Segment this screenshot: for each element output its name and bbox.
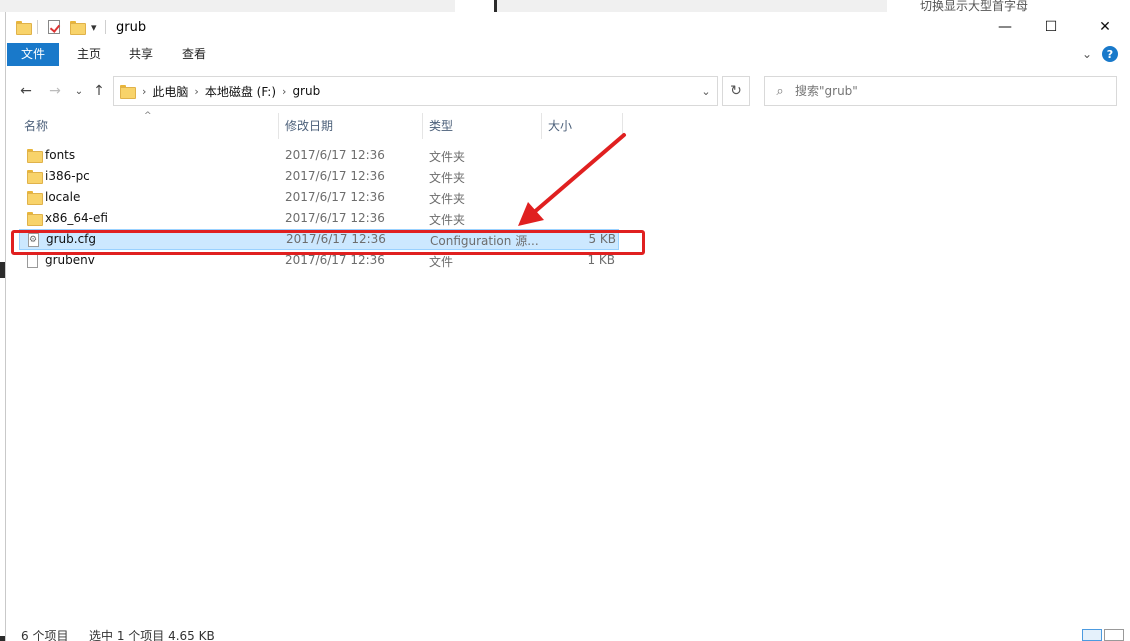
- file-date: 2017/6/17 12:36: [285, 169, 385, 183]
- file-type: 文件: [429, 255, 454, 269]
- file-name: fonts: [45, 148, 76, 162]
- column-header-row: 名称 修改日期 类型 大小: [6, 113, 626, 139]
- customize-toolbar-dropdown[interactable]: ▾: [91, 19, 97, 35]
- window-title: grub: [116, 20, 147, 35]
- tab-file[interactable]: 文件: [7, 43, 60, 66]
- breadcrumb-this-pc[interactable]: 此电脑: [146, 83, 194, 100]
- file-size: 1 KB: [587, 253, 615, 267]
- recent-locations-dropdown[interactable]: ⌄: [69, 80, 89, 102]
- file-name: grubenv: [45, 253, 95, 267]
- folder-icon: [120, 85, 136, 99]
- file-type: 文件夹: [429, 192, 466, 206]
- list-item-locale[interactable]: locale 2017/6/17 12:36 文件夹: [19, 187, 619, 208]
- list-item-i386-pc[interactable]: i386-pc 2017/6/17 12:36 文件夹: [19, 166, 619, 187]
- file-type: 文件夹: [429, 213, 466, 227]
- address-bar[interactable]: › 此电脑 › 本地磁盘 (F:) › grub ⌄: [113, 76, 718, 106]
- background-window-strip: [0, 0, 455, 12]
- column-divider[interactable]: [622, 113, 623, 139]
- status-item-count: 6 个项目: [21, 629, 69, 641]
- view-switcher: [1082, 629, 1124, 641]
- file-name: i386-pc: [45, 169, 90, 183]
- new-folder-icon[interactable]: [70, 21, 86, 35]
- address-dropdown-icon[interactable]: ⌄: [695, 77, 717, 105]
- folder-icon: [27, 191, 43, 205]
- column-header-size[interactable]: 大小: [542, 113, 622, 139]
- file-date: 2017/6/17 12:36: [286, 232, 386, 246]
- list-item-x86-64-efi[interactable]: x86_64-efi 2017/6/17 12:36 文件夹: [19, 208, 619, 229]
- search-box[interactable]: ⌕: [764, 76, 1117, 106]
- back-button[interactable]: ←: [16, 80, 36, 102]
- search-icon: ⌕: [776, 83, 784, 99]
- folder-icon: [16, 21, 32, 35]
- ribbon-controls: ⌄ ?: [1082, 46, 1118, 62]
- file-name: locale: [45, 190, 81, 204]
- large-icons-view-icon[interactable]: [1104, 629, 1124, 641]
- file-name: x86_64-efi: [45, 211, 108, 225]
- tab-view[interactable]: 查看: [168, 43, 220, 66]
- close-button[interactable]: ✕: [1082, 12, 1128, 42]
- list-item-grub-cfg[interactable]: grub.cfg 2017/6/17 12:36 Configuration 源…: [19, 229, 619, 250]
- maximize-button[interactable]: ☐: [1028, 12, 1074, 42]
- file-name: grub.cfg: [46, 232, 97, 246]
- status-selection: 选中 1 个项目 4.65 KB: [89, 629, 215, 641]
- background-window-strip-right: [497, 0, 887, 12]
- file-explorer-window: ▾ grub — ☐ ✕ 文件 主页 共享 查看 ⌄ ? ← → ⌄ ↑ › 此…: [5, 12, 1130, 641]
- refresh-button[interactable]: ↻: [722, 76, 750, 106]
- column-header-name[interactable]: 名称: [18, 113, 278, 139]
- expand-ribbon-icon[interactable]: ⌄: [1082, 47, 1092, 61]
- file-date: 2017/6/17 12:36: [285, 211, 385, 225]
- tab-share[interactable]: 共享: [115, 43, 167, 66]
- minimize-button[interactable]: —: [982, 12, 1028, 42]
- config-file-icon: [28, 233, 39, 247]
- toolbar-separator: [105, 20, 106, 34]
- file-size: 5 KB: [588, 232, 616, 246]
- file-date: 2017/6/17 12:36: [285, 253, 385, 267]
- file-type: Configuration 源...: [430, 234, 539, 248]
- file-type: 文件夹: [429, 171, 466, 185]
- file-icon: [27, 254, 38, 268]
- list-item-fonts[interactable]: fonts 2017/6/17 12:36 文件夹: [19, 145, 619, 166]
- properties-icon[interactable]: [48, 20, 60, 34]
- column-header-type[interactable]: 类型: [423, 113, 541, 139]
- breadcrumb-grub[interactable]: grub: [286, 84, 326, 98]
- folder-icon: [27, 170, 43, 184]
- navigation-bar: ← → ⌄ ↑ › 此电脑 › 本地磁盘 (F:) › grub ⌄ ↻ ⌕: [6, 76, 1130, 106]
- quick-access-toolbar: [16, 19, 32, 35]
- forward-button[interactable]: →: [45, 80, 65, 102]
- toolbar-separator: [37, 20, 38, 34]
- file-date: 2017/6/17 12:36: [285, 148, 385, 162]
- help-icon[interactable]: ?: [1102, 46, 1118, 62]
- list-item-grubenv[interactable]: grubenv 2017/6/17 12:36 文件 1 KB: [19, 250, 619, 271]
- folder-icon: [27, 212, 43, 226]
- details-view-icon[interactable]: [1082, 629, 1102, 641]
- up-button[interactable]: ↑: [89, 80, 109, 102]
- file-date: 2017/6/17 12:36: [285, 190, 385, 204]
- column-header-date[interactable]: 修改日期: [279, 113, 422, 139]
- folder-icon: [27, 149, 43, 163]
- file-type: 文件夹: [429, 150, 466, 164]
- breadcrumb-local-disk[interactable]: 本地磁盘 (F:): [199, 83, 282, 100]
- titlebar: ▾ grub — ☐ ✕: [6, 12, 1130, 42]
- tab-home[interactable]: 主页: [63, 43, 115, 66]
- background-hint-text: 切换显示大型首字母: [920, 0, 1029, 12]
- status-bar: 6 个项目 选中 1 个项目 4.65 KB: [6, 627, 1130, 641]
- ribbon: 文件 主页 共享 查看 ⌄ ?: [6, 42, 1130, 66]
- search-input[interactable]: [795, 84, 1095, 98]
